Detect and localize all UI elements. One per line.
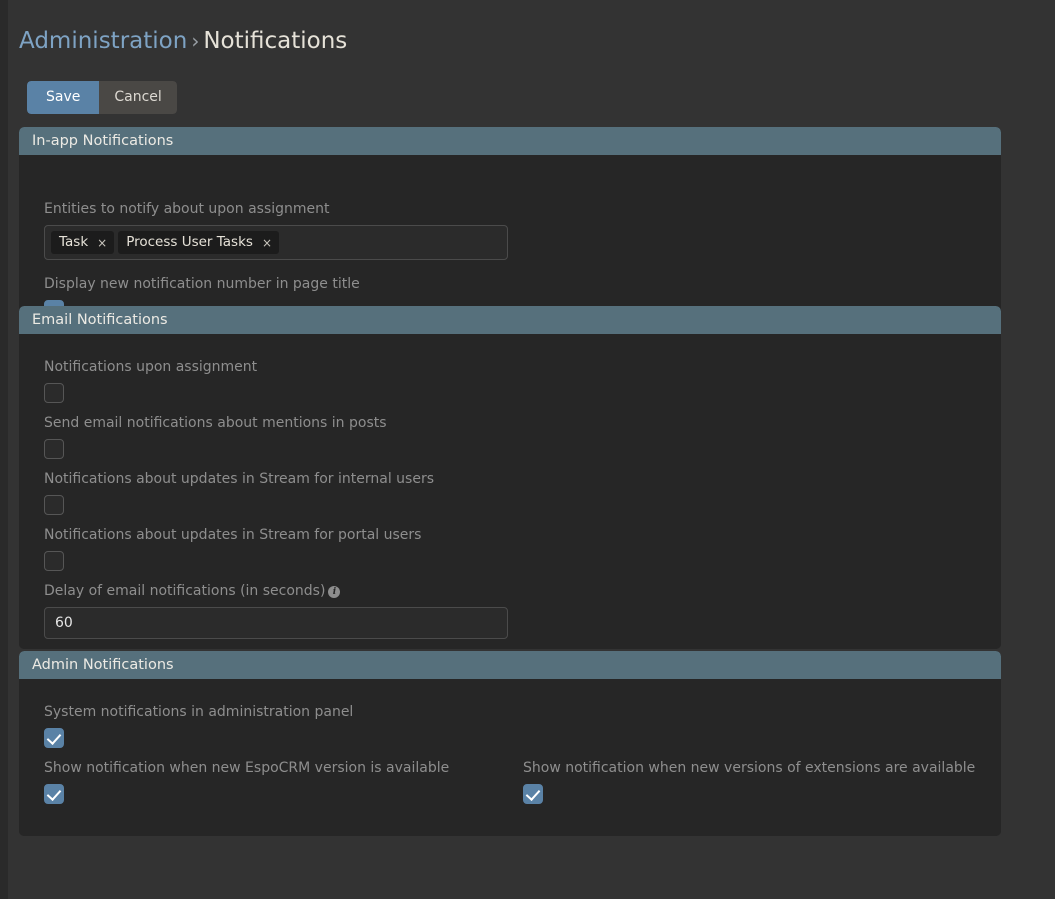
checkbox-stream-internal-users[interactable] (44, 495, 64, 515)
field-label-stream-portal-users: Notifications about updates in Stream fo… (44, 527, 422, 543)
form-button-group: Save Cancel (27, 81, 177, 114)
checkbox-system-notifications[interactable] (44, 728, 64, 748)
field-label-entities-to-notify: Entities to notify about upon assignment (44, 201, 330, 217)
field-new-extension-versions: Show notification when new versions of e… (523, 759, 975, 808)
tag-process-user-tasks-label: Process User Tasks (126, 234, 253, 250)
tag-task[interactable]: Task × (51, 231, 115, 254)
field-label-system-notifications: System notifications in administration p… (44, 704, 354, 720)
entities-to-notify-multiselect[interactable]: Task × Process User Tasks × (44, 225, 508, 260)
field-notifications-upon-assignment: Notifications upon assignment (44, 358, 257, 407)
field-stream-internal-users: Notifications about updates in Stream fo… (44, 470, 434, 519)
field-label-delay-text: Delay of email notifications (in seconds… (44, 583, 326, 599)
panel-header-admin: Admin Notifications (19, 651, 1001, 679)
page-title: Notifications (203, 28, 348, 54)
field-mentions-in-posts: Send email notifications about mentions … (44, 414, 387, 463)
breadcrumb-separator-icon: › (191, 29, 200, 53)
checkbox-notifications-upon-assignment[interactable] (44, 383, 64, 403)
save-button[interactable]: Save (27, 81, 100, 114)
field-label-mentions-in-posts: Send email notifications about mentions … (44, 415, 387, 431)
panel-body-admin: System notifications in administration p… (19, 679, 1001, 836)
panel-email-notifications: Email Notifications Notifications upon a… (19, 306, 1001, 649)
checkbox-mentions-in-posts[interactable] (44, 439, 64, 459)
field-new-espocrm-version: Show notification when new EspoCRM versi… (44, 759, 449, 808)
tag-process-user-tasks[interactable]: Process User Tasks × (118, 231, 279, 254)
cancel-button[interactable]: Cancel (99, 81, 177, 114)
checkbox-new-extension-versions[interactable] (523, 784, 543, 804)
field-delay-of-email-notifications: Delay of email notifications (in seconds… (44, 582, 508, 639)
panel-body-email: Notifications upon assignment Send email… (19, 334, 1001, 649)
tag-task-label: Task (59, 234, 89, 250)
breadcrumb: Administration › Notifications (19, 26, 347, 56)
delay-of-email-notifications-input[interactable] (44, 607, 508, 639)
field-label-notifications-upon-assignment: Notifications upon assignment (44, 359, 258, 375)
left-rail (0, 0, 8, 899)
panel-in-app-notifications: In-app Notifications Entities to notify … (19, 127, 1001, 325)
field-system-notifications: System notifications in administration p… (44, 703, 353, 752)
panel-admin-notifications: Admin Notifications System notifications… (19, 651, 1001, 836)
field-label-delay-of-email-notifications: Delay of email notifications (in seconds… (44, 582, 508, 600)
panel-header-in-app: In-app Notifications (19, 127, 1001, 155)
tag-process-user-tasks-remove-icon[interactable]: × (262, 237, 272, 249)
field-label-new-extension-versions: Show notification when new versions of e… (523, 760, 976, 776)
breadcrumb-link-administration[interactable]: Administration (19, 28, 187, 54)
field-stream-portal-users: Notifications about updates in Stream fo… (44, 526, 421, 575)
field-label-new-espocrm-version: Show notification when new EspoCRM versi… (44, 760, 450, 776)
info-icon[interactable]: i (328, 586, 341, 598)
panel-body-in-app: Entities to notify about upon assignment… (19, 155, 1001, 325)
field-entities-to-notify: Entities to notify about upon assignment… (44, 200, 508, 260)
checkbox-new-espocrm-version[interactable] (44, 784, 64, 804)
page-root: Administration › Notifications Save Cancel… (8, 0, 1055, 899)
tag-task-remove-icon[interactable]: × (97, 237, 107, 249)
checkbox-stream-portal-users[interactable] (44, 551, 64, 571)
panel-header-email: Email Notifications (19, 306, 1001, 334)
field-label-display-notification-number: Display new notification number in page … (44, 276, 360, 292)
field-label-stream-internal-users: Notifications about updates in Stream fo… (44, 471, 435, 487)
